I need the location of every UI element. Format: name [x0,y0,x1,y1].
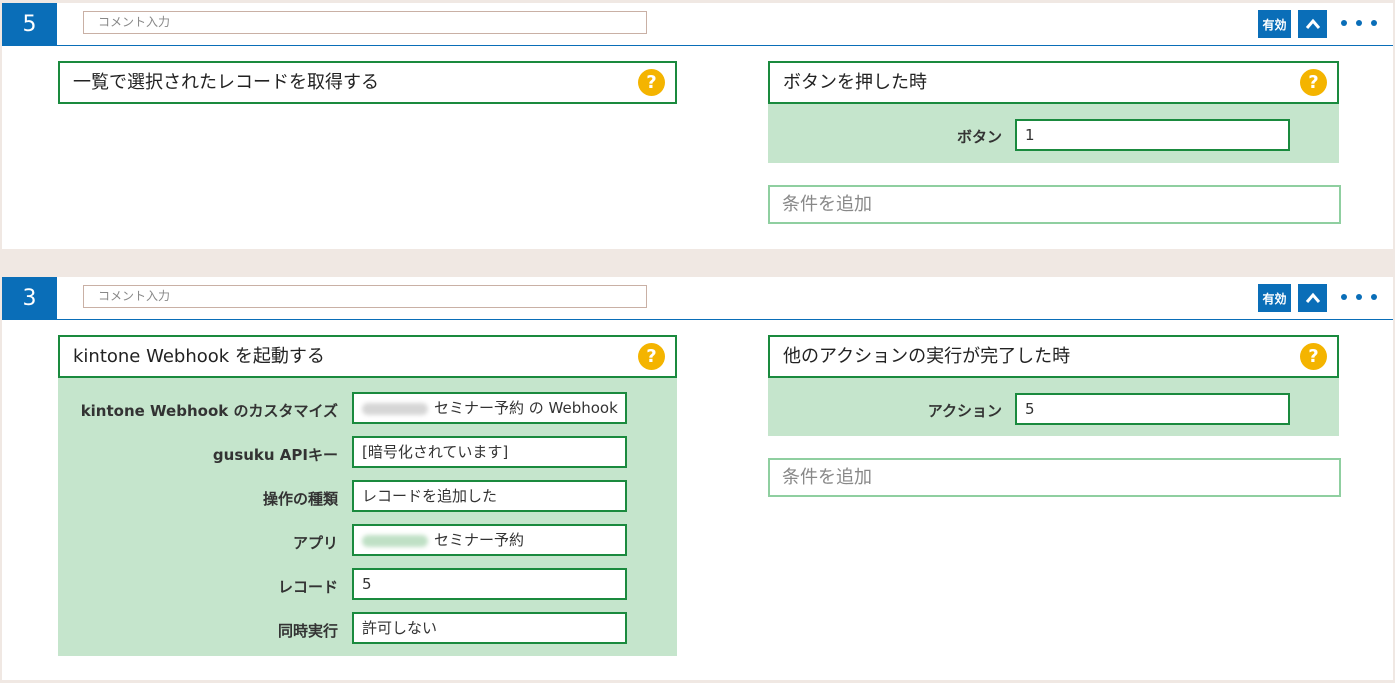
trigger-fields-panel: ボタン 1 [768,104,1339,163]
action-title: kintone Webhook を起動する [73,346,325,367]
redacted-text [362,402,428,415]
trigger-fields-panel: アクション 5 [768,378,1339,436]
field-label-concurrency: 同時実行 [277,622,338,640]
more-dots-icon [1341,294,1347,300]
field-input-api-key[interactable]: [暗号化されています] [352,436,627,468]
action-fields-panel: kintone Webhook のカスタマイズ セミナー予約 の Webhook… [58,378,677,656]
enabled-toggle-button[interactable]: 有効 [1258,284,1291,312]
help-icon[interactable]: ? [1300,343,1327,370]
redacted-text [362,534,428,547]
field-input-button[interactable]: 1 [1015,119,1290,151]
step-number: 3 [2,277,57,320]
field-label-webhook: kintone Webhook のカスタマイズ [80,402,338,420]
more-menu-button[interactable] [1341,12,1377,34]
step-number: 5 [2,3,57,46]
trigger-title: 他のアクションの実行が完了した時 [783,346,1071,367]
field-label-action: アクション [927,402,1002,420]
collapse-button[interactable] [1298,10,1327,38]
add-condition-input[interactable]: 条件を追加 [768,185,1341,224]
field-label-api-key: gusuku APIキー [212,446,338,464]
block-header: 5 コメント入力 有効 [2,3,1393,46]
comment-input[interactable]: コメント入力 [83,11,647,34]
process-block-5: 5 コメント入力 有効 一覧で選択されたレコードを取得する ? ボタンを押した時… [2,3,1393,249]
add-condition-input[interactable]: 条件を追加 [768,458,1341,497]
trigger-title-box[interactable]: ボタンを押した時 ? [768,61,1339,104]
comment-input[interactable]: コメント入力 [83,285,647,308]
chevron-up-icon [1305,18,1320,29]
chevron-up-icon [1305,292,1320,303]
field-input-record[interactable]: 5 [352,568,627,600]
help-icon[interactable]: ? [638,69,665,96]
action-title-box[interactable]: kintone Webhook を起動する ? [58,335,677,378]
field-label-record: レコード [277,578,338,596]
collapse-button[interactable] [1298,284,1327,312]
trigger-title: ボタンを押した時 [783,72,927,93]
action-title-box[interactable]: 一覧で選択されたレコードを取得する ? [58,61,677,104]
enabled-toggle-button[interactable]: 有効 [1258,10,1291,38]
help-icon[interactable]: ? [638,343,665,370]
more-menu-button[interactable] [1341,286,1377,308]
help-icon[interactable]: ? [1300,69,1327,96]
process-block-3: 3 コメント入力 有効 kintone Webhook を起動する ? kint… [2,277,1393,680]
field-label-button: ボタン [956,128,1002,146]
more-dots-icon [1341,20,1347,26]
field-input-concurrency[interactable]: 許可しない [352,612,627,644]
trigger-title-box[interactable]: 他のアクションの実行が完了した時 ? [768,335,1339,378]
block-header: 3 コメント入力 有効 [2,277,1393,320]
action-title: 一覧で選択されたレコードを取得する [73,72,379,93]
field-label-operation: 操作の種類 [262,490,338,508]
field-label-app: アプリ [292,534,338,552]
field-input-app[interactable]: セミナー予約 [352,524,627,556]
field-input-webhook[interactable]: セミナー予約 の Webhook [352,392,627,424]
field-input-operation[interactable]: レコードを追加した [352,480,627,512]
field-input-action[interactable]: 5 [1015,393,1290,425]
